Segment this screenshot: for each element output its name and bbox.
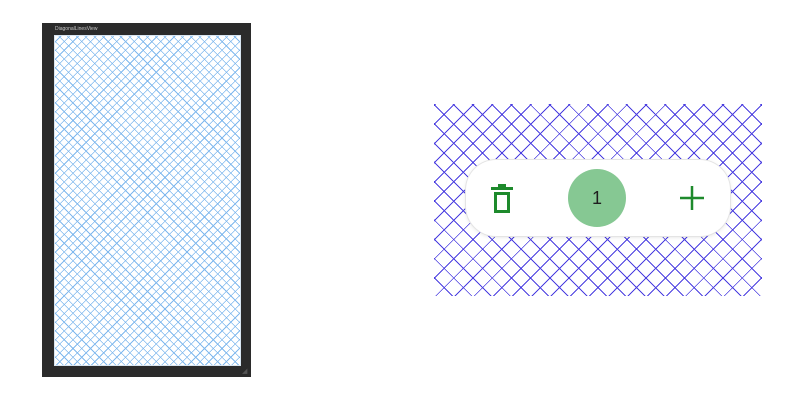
count-value: 1 bbox=[591, 187, 602, 208]
preview-device-screen bbox=[54, 35, 241, 366]
preview-title: DiagonalLinesView bbox=[55, 26, 98, 32]
resize-grip-icon[interactable]: ◢ bbox=[242, 368, 249, 375]
diagonal-lines-background: 1 bbox=[434, 104, 762, 296]
layout-preview-frame: DiagonalLinesView ◢ bbox=[42, 23, 251, 377]
count-badge: 1 bbox=[568, 169, 626, 227]
screen: DiagonalLinesView ◢ 1 bbox=[0, 0, 800, 400]
plus-icon bbox=[680, 186, 704, 210]
add-button[interactable] bbox=[677, 182, 707, 214]
trash-icon bbox=[491, 184, 513, 213]
delete-button[interactable] bbox=[486, 182, 518, 216]
counter-bar: 1 bbox=[466, 160, 730, 236]
